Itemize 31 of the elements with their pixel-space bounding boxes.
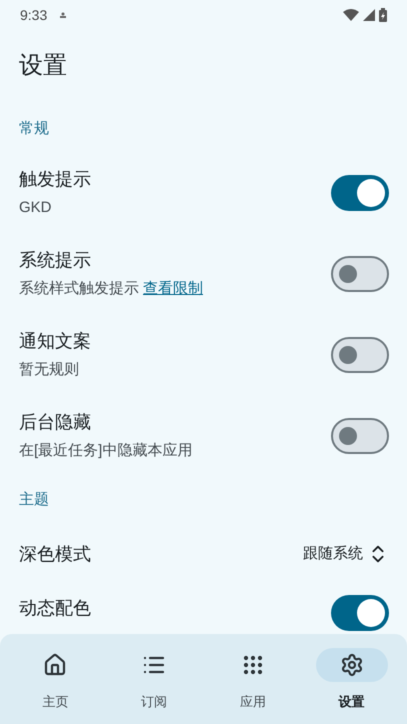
nav-tab[interactable]: 订阅 (114, 648, 194, 712)
setting-title: 系统提示 (19, 249, 91, 272)
setting-title: 后台隐藏 (19, 411, 91, 434)
toggle-switch[interactable] (331, 337, 389, 373)
setting-description: GKD (19, 198, 52, 218)
toggle-switch[interactable] (331, 595, 389, 631)
nav-tab[interactable]: 主页 (15, 648, 96, 712)
theme-dropdown[interactable]: 跟随系统 (303, 542, 389, 566)
setting-title: 动态配色 (19, 597, 91, 620)
toggle-switch[interactable] (331, 256, 389, 292)
notification-icon (59, 12, 68, 18)
toggle-switch[interactable] (331, 418, 389, 454)
nav-tab[interactable]: 设置 (312, 648, 392, 712)
page-title: 设置 (18, 51, 68, 81)
setting-title: 深色模式 (19, 542, 91, 566)
settings-icon (340, 653, 364, 677)
home-icon (43, 653, 68, 677)
wifi-icon (343, 9, 359, 21)
section-header: 常规 (18, 119, 50, 139)
setting-description: 暂无规则 (19, 360, 79, 380)
section-header: 主题 (18, 490, 50, 510)
status-time: 9:33 (20, 6, 48, 24)
toggle-switch[interactable] (331, 175, 389, 211)
nav-tab[interactable]: 应用 (212, 648, 293, 712)
battery-icon (379, 8, 387, 22)
view-limits-link[interactable]: 查看限制 (143, 278, 203, 301)
setting-description: 在[最近任务]中隐藏本应用 (19, 441, 192, 462)
signal-icon (363, 9, 375, 21)
setting-description: 系统样式触发提示 (19, 279, 139, 300)
setting-title: 通知文案 (19, 330, 91, 354)
setting-title: 触发提示 (19, 168, 91, 192)
